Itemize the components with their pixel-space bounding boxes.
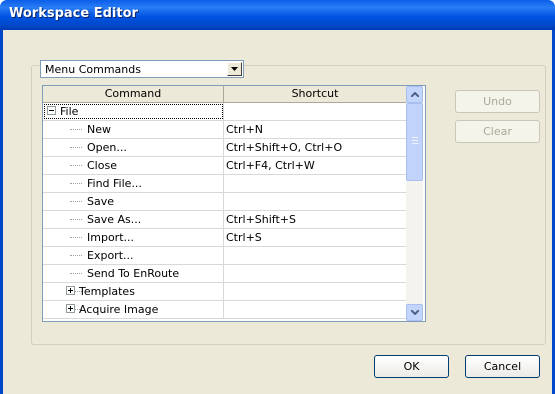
command-cell[interactable]: New [43,121,224,138]
table-row[interactable]: Find File... [43,175,406,193]
table-row[interactable]: Templates [43,283,406,301]
scrollbar-thumb[interactable] [406,103,423,181]
command-cell[interactable]: Close [43,157,224,174]
command-cell[interactable]: Import... [43,229,224,246]
thumb-grip [412,140,418,141]
category-select[interactable]: Menu Commands [40,60,244,78]
collapse-icon[interactable] [47,106,56,115]
table-row[interactable]: Save As... Ctrl+Shift+S [43,211,406,229]
table-row[interactable]: Save [43,193,406,211]
tree-connector [70,273,82,274]
tree-connector [70,201,82,202]
tree-connector [70,129,82,130]
command-cell[interactable]: Templates [43,283,224,300]
tree-connector [70,183,82,184]
shortcut-cell[interactable]: Ctrl+Shift+O, Ctrl+O [226,139,404,156]
command-label: Send To EnRoute [87,267,180,280]
command-label: Export... [87,249,134,262]
tree-connector [70,147,82,148]
shortcut-cell[interactable] [226,193,404,210]
cancel-button[interactable]: Cancel [465,355,540,378]
table-row[interactable]: Export... [43,247,406,265]
shortcut-cell[interactable]: Ctrl+Shift+S [226,211,404,228]
tree-connector [70,255,82,256]
shortcut-cell[interactable] [226,175,404,192]
ok-button[interactable]: OK [374,355,449,378]
command-cell[interactable]: Send To EnRoute [43,265,224,282]
tree-connector [70,219,82,220]
column-header-command[interactable]: Command [43,86,224,103]
thumb-grip [412,143,418,144]
thumb-grip [412,137,418,138]
expand-icon[interactable] [66,304,75,313]
dropdown-arrow-icon[interactable] [227,62,242,76]
table-row[interactable]: Acquire Image [43,301,406,319]
command-label: File [60,105,79,118]
shortcut-cell[interactable]: Ctrl+S [226,229,404,246]
column-header-shortcut[interactable]: Shortcut [224,86,406,103]
shortcut-cell[interactable] [226,103,404,120]
title-bar[interactable]: Workspace Editor [0,0,555,30]
table-row[interactable]: Send To EnRoute [43,265,406,283]
chevron-down-icon[interactable] [406,304,423,321]
command-cell[interactable]: Save As... [43,211,224,228]
command-label: New [87,123,111,136]
table-row[interactable]: Open... Ctrl+Shift+O, Ctrl+O [43,139,406,157]
tree-connector [70,237,82,238]
shortcut-cell[interactable]: Ctrl+N [226,121,404,138]
table-row[interactable]: New Ctrl+N [43,121,406,139]
workspace-editor-window: Workspace Editor Menu Commands Command S… [0,0,555,394]
command-cell[interactable]: Export... [43,247,224,264]
command-label: Acquire Image [79,303,159,316]
command-cell[interactable]: Open... [43,139,224,156]
shortcut-cell[interactable]: Ctrl+F4, Ctrl+W [226,157,404,174]
command-label: Find File... [87,177,142,190]
command-cell[interactable]: Find File... [43,175,224,192]
clear-button[interactable]: Clear [455,120,540,143]
vertical-scrollbar[interactable] [406,86,423,321]
table-row[interactable]: File [43,103,406,121]
chevron-up-icon[interactable] [406,86,423,103]
command-cell[interactable]: Acquire Image [43,301,224,318]
command-label: Templates [79,285,135,298]
shortcut-cell[interactable] [226,283,404,300]
table-row[interactable]: Close Ctrl+F4, Ctrl+W [43,157,406,175]
command-cell[interactable]: File [43,103,224,120]
table-rows: File New Ctrl+N Open... Ctrl+Shift+O, Ctrl+O… [43,103,406,319]
tree-connector [70,165,82,166]
expand-icon[interactable] [66,286,75,295]
window-title: Workspace Editor [9,6,138,21]
command-cell[interactable]: Save [43,193,224,210]
command-table: Command Shortcut File New Ctrl+N Open... Ctr… [42,85,426,322]
category-select-value: Menu Commands [45,63,141,76]
command-label: Save [87,195,115,208]
command-label: Save As... [87,213,142,226]
table-row[interactable]: Import... Ctrl+S [43,229,406,247]
undo-button[interactable]: Undo [455,90,540,113]
command-label: Open... [87,141,127,154]
shortcut-cell[interactable] [226,265,404,282]
shortcut-cell[interactable] [226,247,404,264]
shortcut-cell[interactable] [226,301,404,318]
command-label: Import... [87,231,134,244]
command-label: Close [87,159,117,172]
